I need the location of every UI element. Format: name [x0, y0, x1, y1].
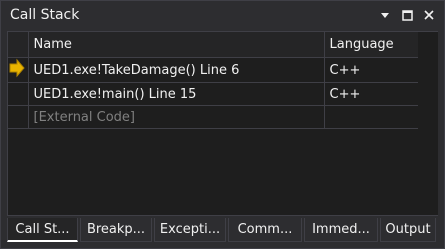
table-header-row: Name Language: [8, 32, 419, 58]
tab-command-window[interactable]: Comm...: [228, 218, 302, 242]
frame-indicator: [8, 105, 29, 129]
close-icon[interactable]: [420, 6, 438, 24]
frame-name: [External Code]: [28, 105, 325, 129]
frame-language: C++: [324, 82, 419, 106]
current-frame-indicator: [8, 57, 29, 83]
maximize-icon[interactable]: [398, 6, 416, 24]
tab-immediate-window[interactable]: Immed...: [304, 218, 378, 242]
header-name[interactable]: Name: [28, 32, 325, 58]
table-row[interactable]: UED1.exe!TakeDamage() Line 6 C++: [8, 57, 419, 83]
vertical-scrollbar[interactable]: [418, 31, 438, 216]
frame-language: [324, 105, 419, 129]
frame-name: UED1.exe!main() Line 15: [28, 82, 325, 106]
frame-indicator: [8, 82, 29, 106]
table-row[interactable]: UED1.exe!main() Line 15 C++: [8, 82, 419, 106]
table-row[interactable]: [External Code]: [8, 105, 419, 129]
frame-name: UED1.exe!TakeDamage() Line 6: [28, 57, 325, 83]
tab-breakpoints[interactable]: Breakp...: [80, 218, 152, 242]
tool-window-tabs: Call St... Breakp... Excepti... Comm... …: [1, 218, 444, 248]
frame-language: C++: [324, 57, 419, 83]
tab-output[interactable]: Output: [380, 218, 436, 242]
call-stack-window: Call Stack Name Language UED1.exe!TakeDa…: [0, 0, 445, 249]
call-stack-table: Name Language UED1.exe!TakeDamage() Line…: [8, 32, 419, 129]
header-indicator-column[interactable]: [8, 32, 29, 58]
window-title: Call Stack: [10, 7, 80, 23]
dropdown-arrow-icon[interactable]: [376, 6, 394, 24]
header-language[interactable]: Language: [324, 32, 419, 58]
current-frame-arrow-icon: [9, 58, 25, 78]
tab-exception-settings[interactable]: Excepti...: [154, 218, 226, 242]
tab-call-stack[interactable]: Call St...: [7, 218, 78, 242]
title-bar[interactable]: Call Stack: [1, 1, 444, 29]
call-stack-grid[interactable]: Name Language UED1.exe!TakeDamage() Line…: [7, 31, 419, 216]
